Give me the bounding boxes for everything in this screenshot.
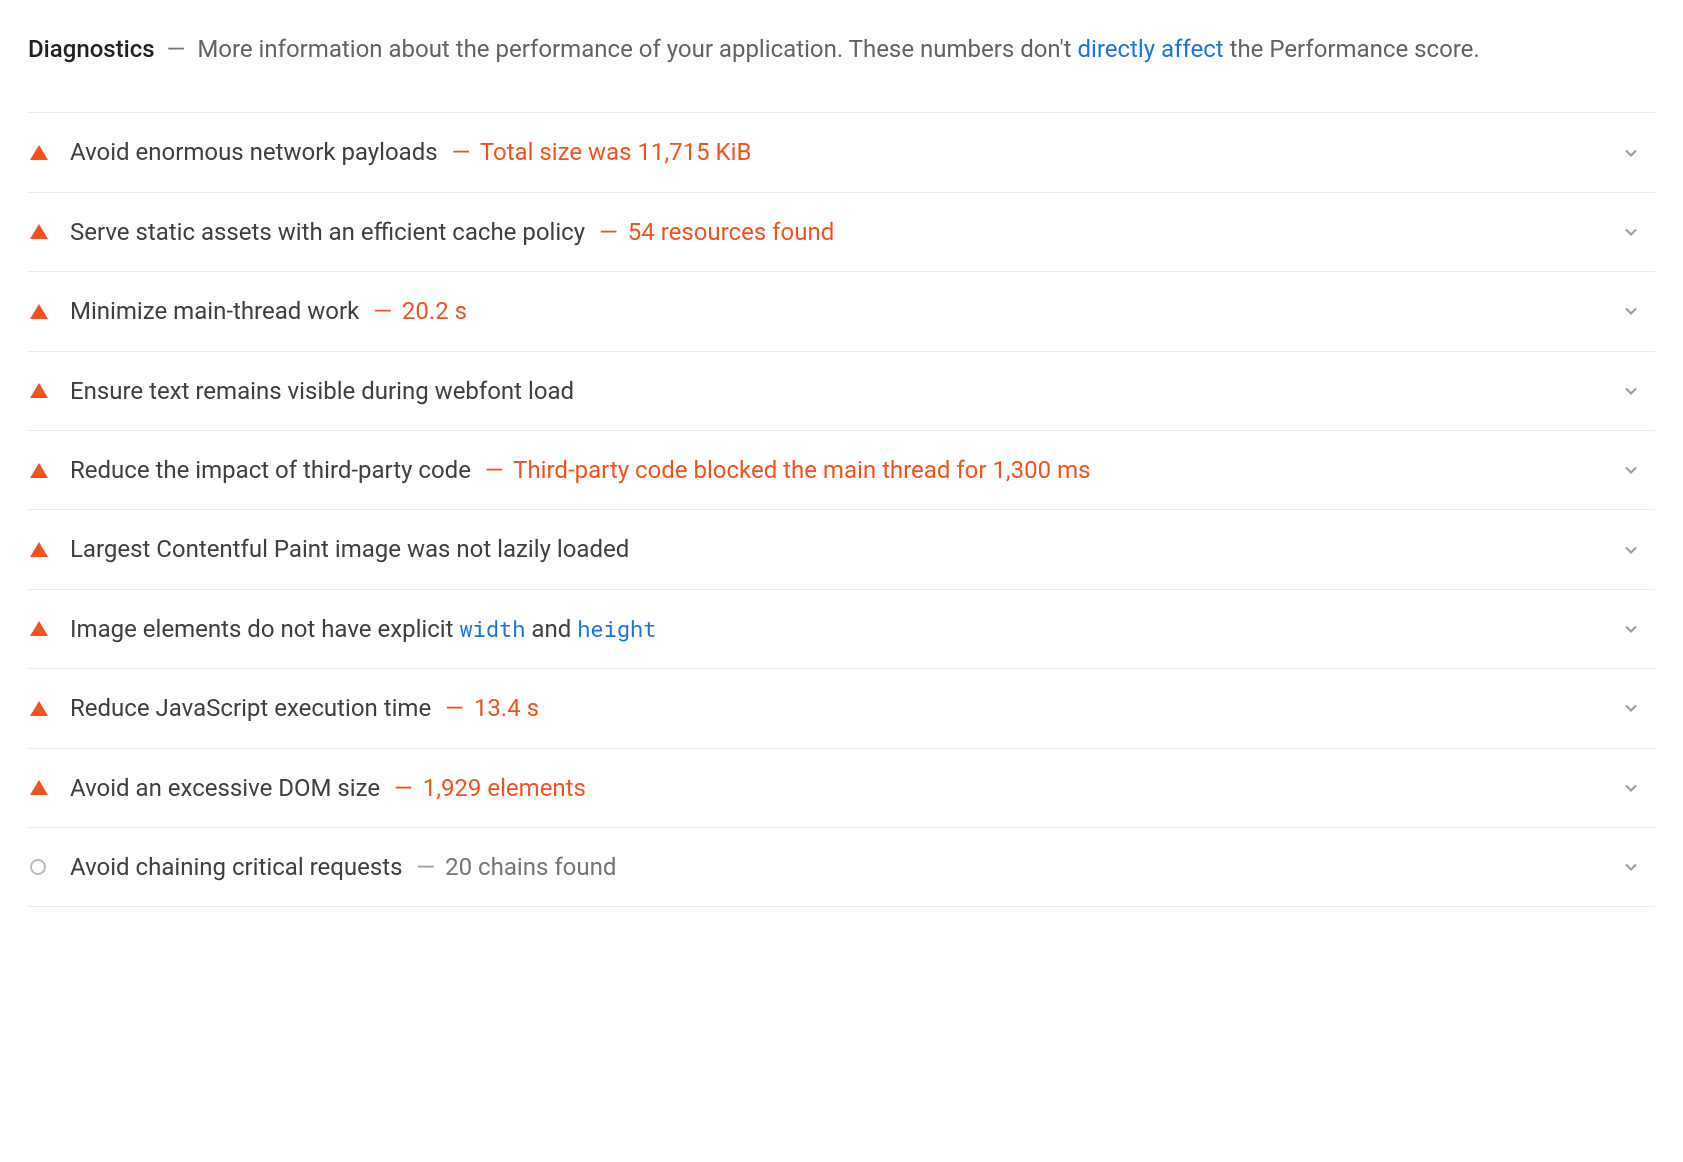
- diagnostics-desc-post: the Performance score.: [1224, 35, 1480, 63]
- diagnostic-detail: Total size was 11,715 KiB: [480, 138, 752, 166]
- diagnostic-label: Reduce the impact of third-party code: [70, 456, 471, 484]
- diagnostics-header: Diagnostics — More information about the…: [28, 30, 1655, 90]
- diagnostic-detail: 20 chains found: [445, 853, 616, 881]
- chevron-down-icon[interactable]: [1617, 778, 1645, 798]
- chevron-down-icon[interactable]: [1617, 540, 1645, 560]
- diagnostic-text: Avoid chaining critical requests — 20 ch…: [70, 848, 1617, 886]
- diagnostic-detail: 54 resources found: [628, 218, 834, 246]
- diagnostic-label: Serve static assets with an efficient ca…: [70, 218, 585, 246]
- diagnostic-text: Avoid enormous network payloads — Total …: [70, 133, 1617, 171]
- detail-separator: —: [394, 774, 413, 802]
- diagnostic-text: Avoid an excessive DOM size — 1,929 elem…: [70, 769, 1617, 807]
- diagnostic-row[interactable]: Avoid chaining critical requests — 20 ch…: [28, 828, 1655, 907]
- diagnostic-row[interactable]: Ensure text remains visible during webfo…: [28, 352, 1655, 431]
- detail-separator: —: [485, 456, 504, 484]
- warn-triangle-icon: [28, 145, 70, 160]
- detail-separator: —: [599, 218, 618, 246]
- chevron-down-icon[interactable]: [1617, 460, 1645, 480]
- warn-triangle-icon: [28, 463, 70, 478]
- warn-triangle-icon: [28, 701, 70, 716]
- diagnostic-row[interactable]: Largest Contentful Paint image was not l…: [28, 510, 1655, 589]
- diagnostic-row[interactable]: Serve static assets with an efficient ca…: [28, 193, 1655, 272]
- diagnostic-label: Ensure text remains visible during webfo…: [70, 377, 574, 405]
- diagnostics-list: Avoid enormous network payloads — Total …: [28, 112, 1655, 907]
- chevron-down-icon[interactable]: [1617, 381, 1645, 401]
- diagnostic-label: Avoid enormous network payloads: [70, 138, 438, 166]
- detail-separator: —: [373, 297, 392, 325]
- diagnostic-label-pre: Image elements do not have explicit: [70, 615, 459, 643]
- diagnostic-detail: 20.2 s: [402, 297, 467, 325]
- chevron-down-icon[interactable]: [1617, 222, 1645, 242]
- warn-triangle-icon: [28, 542, 70, 557]
- code-width: width: [459, 614, 525, 643]
- chevron-down-icon[interactable]: [1617, 857, 1645, 877]
- diagnostic-detail: 13.4 s: [474, 694, 539, 722]
- diagnostic-label: Reduce JavaScript execution time: [70, 694, 431, 722]
- chevron-down-icon[interactable]: [1617, 698, 1645, 718]
- label-between: and: [525, 615, 577, 643]
- diagnostic-row[interactable]: Avoid an excessive DOM size — 1,929 elem…: [28, 749, 1655, 828]
- detail-separator: —: [445, 694, 464, 722]
- diagnostic-row[interactable]: Image elements do not have explicit widt…: [28, 590, 1655, 669]
- diagnostic-text: Serve static assets with an efficient ca…: [70, 213, 1617, 251]
- warn-triangle-icon: [28, 383, 70, 398]
- header-dash: —: [167, 35, 186, 63]
- diagnostic-row[interactable]: Reduce the impact of third-party code — …: [28, 431, 1655, 510]
- diagnostic-label: Avoid chaining critical requests: [70, 853, 402, 881]
- diagnostic-text: Ensure text remains visible during webfo…: [70, 372, 1617, 410]
- diagnostic-detail: 1,929 elements: [423, 774, 586, 802]
- diagnostic-row[interactable]: Reduce JavaScript execution time — 13.4 …: [28, 669, 1655, 748]
- directly-affect-link[interactable]: directly affect: [1077, 35, 1223, 63]
- diagnostic-detail: Third-party code blocked the main thread…: [513, 456, 1090, 484]
- warn-triangle-icon: [28, 621, 70, 636]
- detail-separator: —: [452, 138, 471, 166]
- code-height: height: [577, 614, 656, 643]
- diagnostics-desc-pre: More information about the performance o…: [197, 35, 1077, 63]
- diagnostic-text: Image elements do not have explicit widt…: [70, 610, 1617, 648]
- warn-triangle-icon: [28, 780, 70, 795]
- warn-triangle-icon: [28, 224, 70, 239]
- diagnostic-text: Largest Contentful Paint image was not l…: [70, 530, 1617, 568]
- info-circle-icon: [28, 859, 70, 875]
- diagnostic-row[interactable]: Minimize main-thread work — 20.2 s: [28, 272, 1655, 351]
- diagnostic-text: Reduce JavaScript execution time — 13.4 …: [70, 689, 1617, 727]
- detail-separator: —: [416, 853, 435, 881]
- warn-triangle-icon: [28, 304, 70, 319]
- diagnostic-label: Largest Contentful Paint image was not l…: [70, 535, 629, 563]
- diagnostic-text: Minimize main-thread work — 20.2 s: [70, 292, 1617, 330]
- diagnostic-text: Reduce the impact of third-party code — …: [70, 451, 1617, 489]
- diagnostic-label: Minimize main-thread work: [70, 297, 359, 325]
- diagnostics-title: Diagnostics: [28, 35, 155, 63]
- diagnostic-label: Avoid an excessive DOM size: [70, 774, 380, 802]
- chevron-down-icon[interactable]: [1617, 301, 1645, 321]
- diagnostic-row[interactable]: Avoid enormous network payloads — Total …: [28, 113, 1655, 192]
- chevron-down-icon[interactable]: [1617, 143, 1645, 163]
- chevron-down-icon[interactable]: [1617, 619, 1645, 639]
